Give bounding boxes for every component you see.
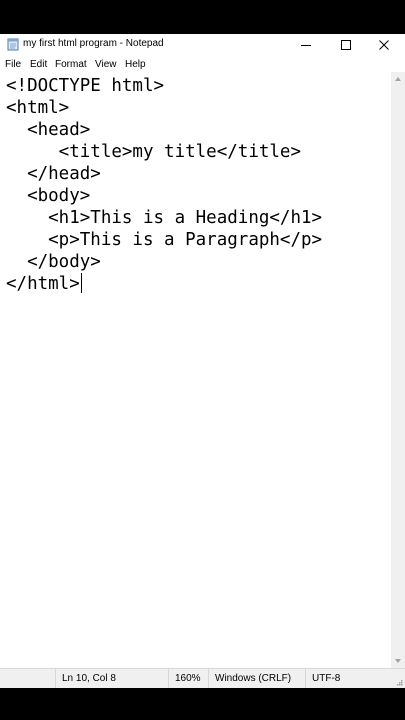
title-bar[interactable]: my first html program - Notepad	[0, 34, 405, 56]
close-button[interactable]	[364, 34, 404, 56]
status-bar: Ln 10, Col 8 160% Windows (CRLF) UTF-8	[0, 668, 405, 688]
editor-line: <body>	[6, 186, 91, 206]
editor-line: <h1>This is a Heading</h1>	[6, 208, 323, 228]
status-zoom: 160%	[168, 669, 208, 688]
editor-line: <title>my title</title>	[6, 142, 302, 162]
menu-view[interactable]: View	[95, 59, 117, 70]
text-editor[interactable]: <!DOCTYPE html> <html> <head> <title>my …	[0, 72, 391, 658]
menu-edit[interactable]: Edit	[30, 59, 47, 70]
resize-grip-icon[interactable]	[395, 678, 403, 686]
editor-line: </html>	[6, 274, 80, 294]
menu-format[interactable]: Format	[55, 59, 87, 70]
scroll-up-icon[interactable]	[395, 77, 401, 81]
editor-line: <!DOCTYPE html>	[6, 76, 165, 96]
menu-help[interactable]: Help	[125, 59, 146, 70]
status-position: Ln 10, Col 8	[55, 669, 170, 688]
editor-line: </head>	[6, 164, 101, 184]
maximize-icon	[341, 40, 351, 50]
editor-line: </body>	[6, 252, 101, 272]
vertical-scrollbar[interactable]	[391, 72, 405, 668]
menu-file[interactable]: File	[5, 59, 21, 70]
notepad-icon	[7, 38, 19, 51]
editor-bottom-margin	[0, 658, 391, 668]
status-encoding: UTF-8	[305, 669, 405, 688]
editor-line: <html>	[6, 98, 70, 118]
maximize-button[interactable]	[326, 34, 366, 56]
window-title: my first html program - Notepad	[23, 38, 164, 49]
close-icon	[379, 40, 389, 50]
editor-content[interactable]: <!DOCTYPE html> <html> <head> <title>my …	[6, 75, 322, 295]
minimize-icon	[301, 45, 311, 46]
editor-line: <head>	[6, 120, 91, 140]
scroll-down-icon[interactable]	[395, 659, 401, 663]
text-caret	[80, 273, 82, 293]
menu-bar: File Edit Format View Help	[0, 57, 405, 72]
editor-line: <p>This is a Paragraph</p>	[6, 230, 323, 250]
minimize-button[interactable]	[286, 34, 326, 56]
notepad-window: my first html program - Notepad File Edi…	[0, 34, 405, 688]
status-line-ending: Windows (CRLF)	[208, 669, 305, 688]
